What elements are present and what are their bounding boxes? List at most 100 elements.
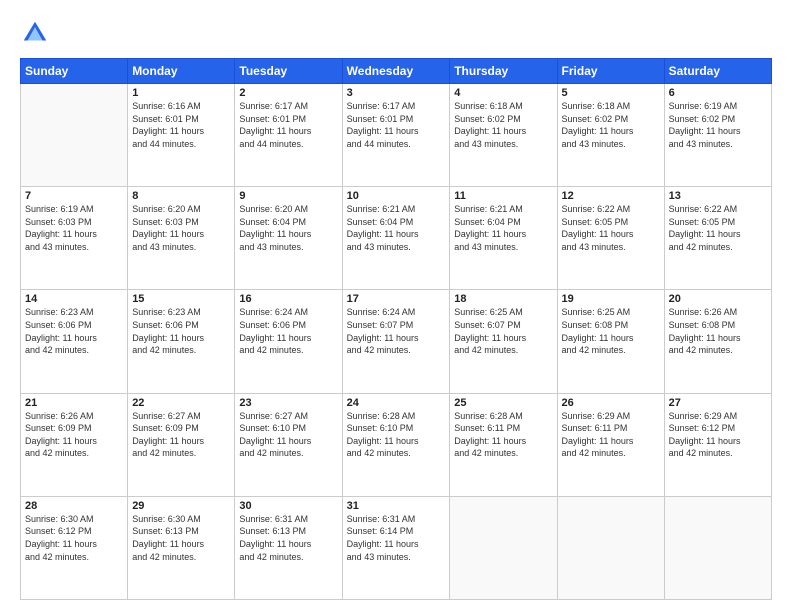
day-info: Sunrise: 6:22 AM Sunset: 6:05 PM Dayligh… <box>669 203 767 253</box>
calendar-cell: 18Sunrise: 6:25 AM Sunset: 6:07 PM Dayli… <box>450 290 557 393</box>
day-number: 5 <box>562 87 660 99</box>
calendar-cell: 22Sunrise: 6:27 AM Sunset: 6:09 PM Dayli… <box>128 393 235 496</box>
day-info: Sunrise: 6:25 AM Sunset: 6:08 PM Dayligh… <box>562 306 660 356</box>
calendar-body: 1Sunrise: 6:16 AM Sunset: 6:01 PM Daylig… <box>21 84 772 600</box>
logo-icon <box>20 18 50 48</box>
calendar-cell: 24Sunrise: 6:28 AM Sunset: 6:10 PM Dayli… <box>342 393 450 496</box>
calendar-cell: 4Sunrise: 6:18 AM Sunset: 6:02 PM Daylig… <box>450 84 557 187</box>
day-number: 31 <box>347 500 446 512</box>
day-number: 15 <box>132 293 230 305</box>
calendar-table: SundayMondayTuesdayWednesdayThursdayFrid… <box>20 58 772 600</box>
calendar-cell: 12Sunrise: 6:22 AM Sunset: 6:05 PM Dayli… <box>557 187 664 290</box>
day-info: Sunrise: 6:28 AM Sunset: 6:10 PM Dayligh… <box>347 410 446 460</box>
calendar-cell: 31Sunrise: 6:31 AM Sunset: 6:14 PM Dayli… <box>342 496 450 599</box>
calendar-cell <box>664 496 771 599</box>
calendar-cell: 11Sunrise: 6:21 AM Sunset: 6:04 PM Dayli… <box>450 187 557 290</box>
calendar-cell: 15Sunrise: 6:23 AM Sunset: 6:06 PM Dayli… <box>128 290 235 393</box>
calendar-cell <box>557 496 664 599</box>
day-info: Sunrise: 6:31 AM Sunset: 6:14 PM Dayligh… <box>347 513 446 563</box>
day-number: 13 <box>669 190 767 202</box>
calendar-cell: 29Sunrise: 6:30 AM Sunset: 6:13 PM Dayli… <box>128 496 235 599</box>
day-info: Sunrise: 6:16 AM Sunset: 6:01 PM Dayligh… <box>132 100 230 150</box>
day-info: Sunrise: 6:29 AM Sunset: 6:12 PM Dayligh… <box>669 410 767 460</box>
week-row-3: 21Sunrise: 6:26 AM Sunset: 6:09 PM Dayli… <box>21 393 772 496</box>
day-number: 8 <box>132 190 230 202</box>
day-number: 14 <box>25 293 123 305</box>
day-info: Sunrise: 6:29 AM Sunset: 6:11 PM Dayligh… <box>562 410 660 460</box>
calendar-cell: 19Sunrise: 6:25 AM Sunset: 6:08 PM Dayli… <box>557 290 664 393</box>
day-number: 21 <box>25 397 123 409</box>
calendar-cell: 14Sunrise: 6:23 AM Sunset: 6:06 PM Dayli… <box>21 290 128 393</box>
day-number: 1 <box>132 87 230 99</box>
day-info: Sunrise: 6:25 AM Sunset: 6:07 PM Dayligh… <box>454 306 552 356</box>
day-info: Sunrise: 6:17 AM Sunset: 6:01 PM Dayligh… <box>347 100 446 150</box>
day-number: 23 <box>239 397 337 409</box>
day-info: Sunrise: 6:26 AM Sunset: 6:08 PM Dayligh… <box>669 306 767 356</box>
calendar-cell: 3Sunrise: 6:17 AM Sunset: 6:01 PM Daylig… <box>342 84 450 187</box>
day-info: Sunrise: 6:31 AM Sunset: 6:13 PM Dayligh… <box>239 513 337 563</box>
day-number: 28 <box>25 500 123 512</box>
day-info: Sunrise: 6:24 AM Sunset: 6:06 PM Dayligh… <box>239 306 337 356</box>
day-number: 6 <box>669 87 767 99</box>
day-number: 16 <box>239 293 337 305</box>
calendar-cell: 8Sunrise: 6:20 AM Sunset: 6:03 PM Daylig… <box>128 187 235 290</box>
day-info: Sunrise: 6:21 AM Sunset: 6:04 PM Dayligh… <box>454 203 552 253</box>
calendar-cell: 1Sunrise: 6:16 AM Sunset: 6:01 PM Daylig… <box>128 84 235 187</box>
day-number: 11 <box>454 190 552 202</box>
calendar-cell: 30Sunrise: 6:31 AM Sunset: 6:13 PM Dayli… <box>235 496 342 599</box>
week-row-0: 1Sunrise: 6:16 AM Sunset: 6:01 PM Daylig… <box>21 84 772 187</box>
day-number: 10 <box>347 190 446 202</box>
day-info: Sunrise: 6:23 AM Sunset: 6:06 PM Dayligh… <box>25 306 123 356</box>
calendar-cell: 9Sunrise: 6:20 AM Sunset: 6:04 PM Daylig… <box>235 187 342 290</box>
calendar-cell: 5Sunrise: 6:18 AM Sunset: 6:02 PM Daylig… <box>557 84 664 187</box>
day-info: Sunrise: 6:27 AM Sunset: 6:09 PM Dayligh… <box>132 410 230 460</box>
calendar-cell: 6Sunrise: 6:19 AM Sunset: 6:02 PM Daylig… <box>664 84 771 187</box>
calendar-cell: 27Sunrise: 6:29 AM Sunset: 6:12 PM Dayli… <box>664 393 771 496</box>
header-day-thursday: Thursday <box>450 59 557 84</box>
day-number: 24 <box>347 397 446 409</box>
day-info: Sunrise: 6:28 AM Sunset: 6:11 PM Dayligh… <box>454 410 552 460</box>
calendar-cell: 25Sunrise: 6:28 AM Sunset: 6:11 PM Dayli… <box>450 393 557 496</box>
day-number: 4 <box>454 87 552 99</box>
day-info: Sunrise: 6:20 AM Sunset: 6:04 PM Dayligh… <box>239 203 337 253</box>
calendar-cell: 7Sunrise: 6:19 AM Sunset: 6:03 PM Daylig… <box>21 187 128 290</box>
day-info: Sunrise: 6:20 AM Sunset: 6:03 PM Dayligh… <box>132 203 230 253</box>
header-day-tuesday: Tuesday <box>235 59 342 84</box>
day-info: Sunrise: 6:18 AM Sunset: 6:02 PM Dayligh… <box>562 100 660 150</box>
day-number: 12 <box>562 190 660 202</box>
calendar-cell: 17Sunrise: 6:24 AM Sunset: 6:07 PM Dayli… <box>342 290 450 393</box>
day-info: Sunrise: 6:30 AM Sunset: 6:13 PM Dayligh… <box>132 513 230 563</box>
day-info: Sunrise: 6:27 AM Sunset: 6:10 PM Dayligh… <box>239 410 337 460</box>
day-info: Sunrise: 6:22 AM Sunset: 6:05 PM Dayligh… <box>562 203 660 253</box>
header-day-monday: Monday <box>128 59 235 84</box>
calendar-cell: 28Sunrise: 6:30 AM Sunset: 6:12 PM Dayli… <box>21 496 128 599</box>
day-number: 9 <box>239 190 337 202</box>
logo <box>20 18 52 48</box>
calendar-cell <box>21 84 128 187</box>
day-info: Sunrise: 6:30 AM Sunset: 6:12 PM Dayligh… <box>25 513 123 563</box>
calendar-cell: 23Sunrise: 6:27 AM Sunset: 6:10 PM Dayli… <box>235 393 342 496</box>
day-number: 29 <box>132 500 230 512</box>
calendar-cell: 13Sunrise: 6:22 AM Sunset: 6:05 PM Dayli… <box>664 187 771 290</box>
week-row-2: 14Sunrise: 6:23 AM Sunset: 6:06 PM Dayli… <box>21 290 772 393</box>
day-number: 27 <box>669 397 767 409</box>
calendar-cell: 26Sunrise: 6:29 AM Sunset: 6:11 PM Dayli… <box>557 393 664 496</box>
day-number: 17 <box>347 293 446 305</box>
day-number: 3 <box>347 87 446 99</box>
calendar-cell: 21Sunrise: 6:26 AM Sunset: 6:09 PM Dayli… <box>21 393 128 496</box>
day-number: 7 <box>25 190 123 202</box>
calendar-cell: 2Sunrise: 6:17 AM Sunset: 6:01 PM Daylig… <box>235 84 342 187</box>
header-day-wednesday: Wednesday <box>342 59 450 84</box>
day-number: 26 <box>562 397 660 409</box>
calendar-cell <box>450 496 557 599</box>
day-number: 2 <box>239 87 337 99</box>
day-info: Sunrise: 6:19 AM Sunset: 6:02 PM Dayligh… <box>669 100 767 150</box>
calendar-header: SundayMondayTuesdayWednesdayThursdayFrid… <box>21 59 772 84</box>
week-row-1: 7Sunrise: 6:19 AM Sunset: 6:03 PM Daylig… <box>21 187 772 290</box>
day-number: 20 <box>669 293 767 305</box>
day-number: 19 <box>562 293 660 305</box>
day-info: Sunrise: 6:21 AM Sunset: 6:04 PM Dayligh… <box>347 203 446 253</box>
day-number: 18 <box>454 293 552 305</box>
day-number: 22 <box>132 397 230 409</box>
header-day-friday: Friday <box>557 59 664 84</box>
